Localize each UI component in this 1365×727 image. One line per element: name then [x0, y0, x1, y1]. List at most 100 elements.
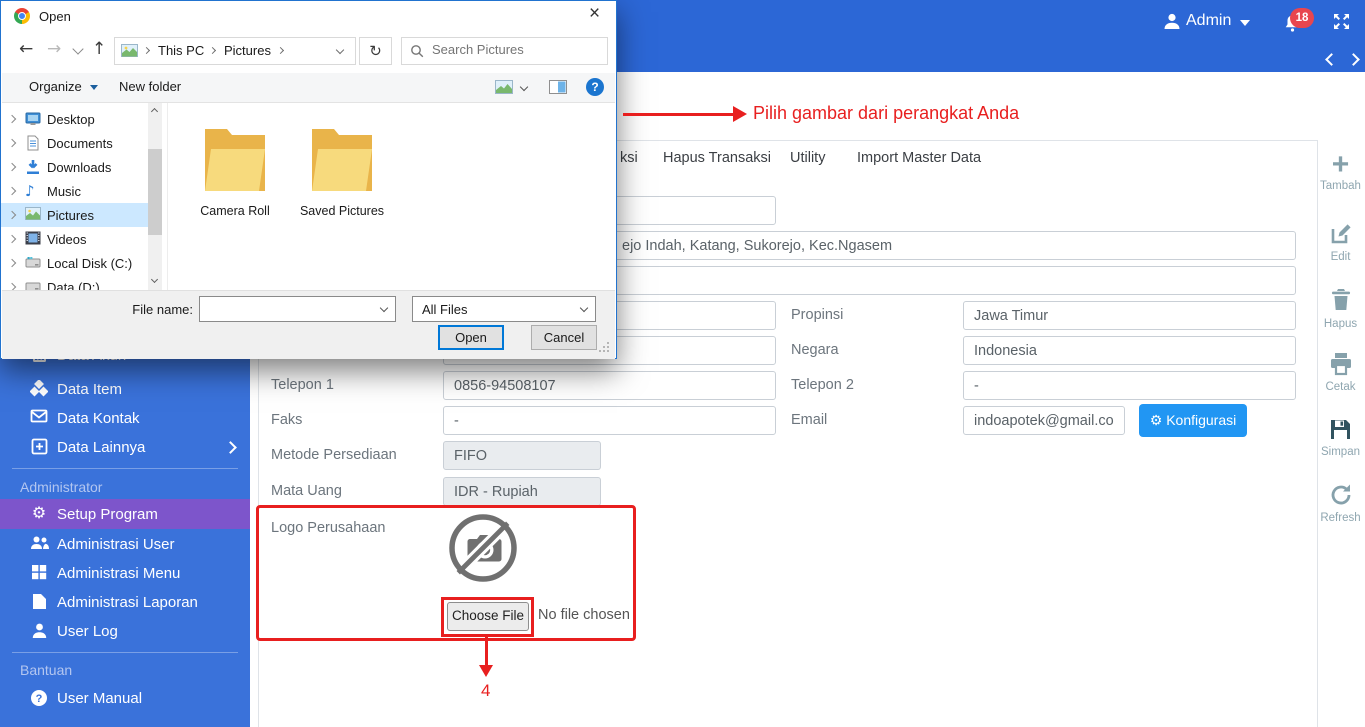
- folder-saved-pictures[interactable]: [309, 121, 375, 202]
- email-field[interactable]: [963, 406, 1125, 435]
- forward-arrow-icon[interactable]: →: [47, 39, 61, 59]
- preview-pane-icon[interactable]: [549, 79, 567, 98]
- cetak-button[interactable]: Cetak: [1316, 352, 1365, 393]
- back-arrow-icon[interactable]: ←: [19, 39, 33, 59]
- annotation-pick-image-text: Pilih gambar dari perangkat Anda: [753, 103, 1019, 124]
- sidebar-section-bantuan: Bantuan: [20, 662, 72, 678]
- file-name-combo[interactable]: [199, 296, 396, 322]
- cubes-icon: [30, 380, 48, 398]
- sidebar-item-data-lainnya[interactable]: Data Lainnya: [0, 433, 250, 462]
- tab-import-master-data[interactable]: Import Master Data: [857, 150, 981, 166]
- tree-item-downloads[interactable]: Downloads: [1, 155, 148, 179]
- tambah-button[interactable]: + Tambah: [1316, 150, 1365, 192]
- resize-grip[interactable]: [607, 350, 609, 352]
- tree-item-local-disk-c[interactable]: Local Disk (C:): [1, 251, 148, 275]
- propinsi-field[interactable]: [963, 301, 1296, 330]
- annotation-arrow-head: [733, 106, 747, 122]
- combo-chevron-icon[interactable]: [380, 304, 388, 312]
- breadcrumb-chevron-icon: [209, 47, 216, 54]
- tab-hapus-transaksi[interactable]: Hapus Transaksi: [663, 150, 771, 166]
- tree-item-music[interactable]: ♪ Music: [1, 179, 148, 203]
- sidebar-item-user-manual[interactable]: ? User Manual: [0, 684, 250, 713]
- tab-partial[interactable]: ksi: [620, 150, 638, 166]
- sidebar-item-setup-program[interactable]: ⚙ Setup Program: [0, 499, 250, 529]
- user-menu[interactable]: Admin: [1186, 12, 1231, 30]
- expand-chevron-icon[interactable]: [8, 139, 16, 147]
- search-box[interactable]: [401, 37, 608, 65]
- breadcrumb-pictures[interactable]: Pictures: [224, 43, 271, 58]
- breadcrumb-chevron-icon: [277, 47, 284, 54]
- user-caret-icon[interactable]: [1240, 20, 1250, 26]
- sidebar-item-administrasi-laporan[interactable]: Administrasi Laporan: [0, 588, 250, 617]
- expand-chevron-icon[interactable]: [8, 163, 16, 171]
- hapus-button[interactable]: Hapus: [1316, 287, 1365, 330]
- annotation-arrow-line: [623, 113, 733, 116]
- simpan-button[interactable]: Simpan: [1316, 418, 1365, 458]
- scroll-up-icon[interactable]: [151, 108, 158, 115]
- address-dropdown-icon[interactable]: [336, 46, 344, 54]
- gear-icon: ⚙: [30, 503, 48, 521]
- pencil-square-icon: [1316, 222, 1365, 251]
- cancel-button[interactable]: Cancel: [531, 325, 597, 350]
- expand-chevron-icon[interactable]: [8, 283, 16, 290]
- notification-badge[interactable]: 18: [1290, 8, 1314, 28]
- tree-item-data-d[interactable]: Data (D:): [1, 275, 148, 290]
- file-name-label: File name:: [131, 302, 193, 317]
- tree-item-documents[interactable]: Documents: [1, 131, 148, 155]
- annotation-step-line: [485, 634, 488, 667]
- sidebar-item-administrasi-user[interactable]: Administrasi User: [0, 530, 250, 559]
- scrollbar-thumb[interactable]: [148, 149, 162, 235]
- search-input[interactable]: [430, 41, 604, 58]
- edit-button[interactable]: Edit: [1316, 222, 1365, 263]
- faks-label: Faks: [271, 412, 302, 428]
- tab-utility[interactable]: Utility: [790, 150, 825, 166]
- telepon2-field[interactable]: [963, 371, 1296, 400]
- refresh-address-icon[interactable]: ↻: [359, 37, 392, 65]
- envelope-icon: [30, 409, 48, 427]
- refresh-button[interactable]: Refresh: [1316, 483, 1365, 524]
- up-arrow-icon[interactable]: ↑: [92, 39, 106, 59]
- breadcrumb[interactable]: This PC Pictures: [114, 37, 356, 65]
- telepon1-field[interactable]: [443, 371, 776, 400]
- organize-menu[interactable]: Organize: [29, 79, 98, 94]
- faks-field[interactable]: [443, 406, 776, 435]
- recent-locations-icon[interactable]: [72, 43, 83, 54]
- dialog-title: Open: [39, 9, 71, 24]
- expand-chevron-icon[interactable]: [8, 259, 16, 267]
- folder-camera-roll-label[interactable]: Camera Roll: [177, 204, 293, 218]
- email-label: Email: [791, 412, 827, 428]
- help-icon[interactable]: ?: [586, 78, 604, 96]
- konfigurasi-button[interactable]: ⚙ Konfigurasi: [1139, 404, 1247, 437]
- document-icon: [30, 593, 48, 611]
- sidebar-divider: [12, 468, 238, 469]
- expand-chevron-icon[interactable]: [8, 115, 16, 123]
- breadcrumb-this-pc[interactable]: This PC: [158, 43, 204, 58]
- sidebar-item-data-item[interactable]: Data Item: [0, 375, 250, 404]
- plus-icon: +: [1316, 150, 1365, 180]
- tree-item-videos[interactable]: Videos: [1, 227, 148, 251]
- folder-saved-pictures-label[interactable]: Saved Pictures: [284, 204, 400, 218]
- new-folder-button[interactable]: New folder: [119, 79, 181, 94]
- sidebar-item-administrasi-menu[interactable]: Administrasi Menu: [0, 559, 250, 588]
- sidebar-item-data-kontak[interactable]: Data Kontak: [0, 404, 250, 433]
- open-button[interactable]: Open: [438, 325, 504, 350]
- tree-item-pictures-selected[interactable]: Pictures: [1, 203, 148, 227]
- data-disk-icon: [25, 279, 41, 290]
- close-icon[interactable]: ×: [589, 3, 600, 25]
- fullscreen-icon[interactable]: [1332, 12, 1351, 36]
- scroll-down-icon[interactable]: [151, 276, 158, 283]
- sidebar-item-user-log[interactable]: User Log: [0, 617, 250, 646]
- folder-camera-roll[interactable]: [202, 121, 268, 202]
- tree-item-desktop[interactable]: Desktop: [1, 107, 148, 131]
- downloads-icon: [25, 159, 41, 175]
- tree-scrollbar[interactable]: [148, 103, 162, 290]
- file-name-input[interactable]: [204, 299, 376, 316]
- file-type-select[interactable]: All Files: [412, 296, 596, 322]
- expand-chevron-icon[interactable]: [8, 187, 16, 195]
- select-chevron-icon: [580, 304, 588, 312]
- expand-chevron-icon[interactable]: [8, 235, 16, 243]
- negara-field[interactable]: [963, 336, 1296, 365]
- view-thumbnails-icon[interactable]: [495, 79, 513, 98]
- expand-chevron-icon[interactable]: [8, 211, 16, 219]
- svg-text:?: ?: [36, 693, 43, 705]
